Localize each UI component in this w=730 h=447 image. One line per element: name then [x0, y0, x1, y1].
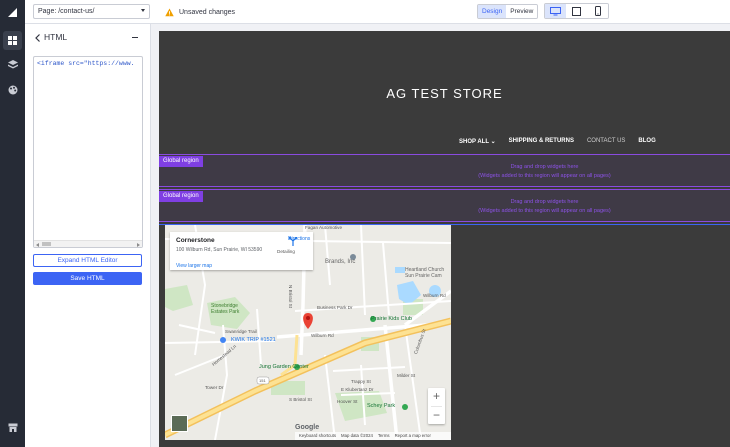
store-title[interactable]: AG TEST STORE: [159, 86, 730, 101]
map-label: Heartland Church Sun Prairie Cam: [405, 267, 445, 279]
map-data-text: Map data ©2024: [341, 433, 373, 438]
street-label: S Bristol St: [289, 397, 312, 402]
google-logo: Google: [295, 424, 320, 431]
satellite-toggle[interactable]: [171, 415, 188, 432]
map-label: Fagan Automotive: [305, 225, 343, 230]
page-preview-canvas: AG TEST STORE SHOP ALL ⌄ SHIPPING & RETU…: [159, 31, 730, 447]
desktop-view-button[interactable]: [545, 4, 566, 18]
code-text: <iframe src="https://www.: [37, 60, 135, 67]
route-label: 151: [259, 378, 266, 383]
directions-button[interactable]: Directions: [288, 236, 310, 246]
mobile-icon: [594, 6, 601, 16]
street-label: Swanridge Trail: [225, 329, 257, 334]
map-footer: Keyboard shortcuts Map data ©2024 Terms …: [295, 432, 451, 440]
street-label: N Bristol St: [288, 285, 293, 308]
warning-icon: [165, 7, 174, 16]
device-toggle: [544, 3, 609, 19]
view-mode-toggle: Design Preview: [477, 4, 539, 19]
street-label: Milder St: [397, 373, 416, 378]
top-bar: Page: /contact-us/ Unsaved changes Desig…: [25, 0, 730, 24]
chevron-left-icon[interactable]: [34, 33, 42, 43]
bigcommerce-logo-icon: [8, 8, 17, 17]
place-address: 100 Wilburn Rd, Sun Prairie, WI 53590: [176, 247, 263, 253]
street-label: Trappy St: [351, 379, 371, 384]
nav-shop-all[interactable]: SHOP ALL ⌄: [459, 138, 496, 145]
collapse-icon[interactable]: [132, 37, 138, 38]
save-html-button[interactable]: Save HTML: [33, 272, 142, 285]
tablet-view-button[interactable]: [566, 4, 587, 18]
street-label: Wilburn Rd: [311, 333, 334, 338]
panel-title: HTML: [44, 32, 68, 42]
nav-blog[interactable]: BLOG: [638, 138, 655, 145]
theme-styles-icon[interactable]: [3, 80, 22, 99]
preview-mode-button[interactable]: Preview: [506, 5, 538, 18]
report-error-link[interactable]: Report a map error: [395, 432, 431, 440]
chevron-down-icon: [141, 9, 145, 12]
map-zoom-controls: + −: [428, 388, 445, 424]
zoom-out-button[interactable]: −: [428, 407, 445, 425]
zoom-in-button[interactable]: +: [428, 388, 445, 406]
region-drop-text: Drag and drop widgets here (Widgets adde…: [478, 164, 611, 179]
chevron-down-icon: ⌄: [490, 139, 496, 145]
scroll-thumb[interactable]: [42, 242, 51, 246]
google-map-embed[interactable]: Cornerstone 100 Wilburn Rd, Sun Prairie,…: [165, 225, 451, 440]
design-mode-button[interactable]: Design: [478, 5, 507, 18]
map-label: Detailing: [277, 249, 295, 254]
view-larger-map-link[interactable]: View larger map: [176, 263, 212, 269]
page-select-value: Page: /contact-us/: [38, 8, 95, 15]
map-label: Stonebridge Estates Park: [211, 303, 240, 315]
html-widget-panel: HTML <iframe src="https://www. Expand HT…: [25, 24, 151, 447]
html-code-editor[interactable]: <iframe src="https://www.: [33, 56, 143, 248]
terms-link[interactable]: Terms: [378, 432, 390, 440]
layers-icon[interactable]: [3, 55, 22, 74]
map-label: Brands, Inc: [325, 259, 356, 265]
global-region-1[interactable]: Global region Drag and drop widgets here…: [159, 154, 730, 187]
street-label: Wilburn Rd: [423, 293, 446, 298]
poi-kwik-trip[interactable]: KWIK TRIP #1521: [231, 337, 276, 343]
directions-icon: [289, 237, 297, 246]
unsaved-indicator: Unsaved changes: [165, 6, 235, 18]
horizontal-scrollbar[interactable]: [34, 240, 142, 247]
scroll-left-icon[interactable]: [36, 242, 39, 247]
expand-html-editor-button[interactable]: Expand HTML Editor: [33, 254, 142, 267]
keyboard-shortcuts-link[interactable]: Keyboard shortcuts: [299, 432, 336, 440]
global-region-2[interactable]: Global region Drag and drop widgets here…: [159, 189, 730, 222]
mobile-view-button[interactable]: [587, 4, 608, 18]
poi-jung-garden[interactable]: Jung Garden Center: [259, 364, 309, 370]
nav-shipping-returns[interactable]: SHIPPING & RETURNS: [509, 138, 574, 145]
left-rail: [0, 0, 25, 447]
poi-prairie-kids-club[interactable]: Prairie Kids Club: [371, 316, 412, 322]
street-label: Business Park Dr: [317, 305, 353, 310]
panel-header: HTML: [25, 30, 151, 46]
desktop-icon: [550, 6, 561, 15]
street-label: Hoover St: [337, 399, 358, 404]
scroll-right-icon[interactable]: [137, 242, 140, 247]
street-label: Tower Dr: [205, 385, 224, 390]
poi-schey-park[interactable]: Schey Park: [367, 403, 395, 409]
store-nav: SHOP ALL ⌄ SHIPPING & RETURNS CONTACT US…: [459, 138, 656, 145]
unsaved-text: Unsaved changes: [179, 8, 236, 16]
street-label: E Klubertanz Dr: [341, 387, 374, 392]
region-drop-text: Drag and drop widgets here (Widgets adde…: [478, 199, 611, 214]
place-name: Cornerstone: [176, 237, 215, 244]
widgets-icon[interactable]: [3, 31, 22, 50]
tablet-icon: [572, 6, 581, 16]
page-select[interactable]: Page: /contact-us/: [33, 4, 150, 19]
nav-contact-us[interactable]: CONTACT US: [587, 138, 625, 145]
store-icon[interactable]: [3, 418, 22, 437]
